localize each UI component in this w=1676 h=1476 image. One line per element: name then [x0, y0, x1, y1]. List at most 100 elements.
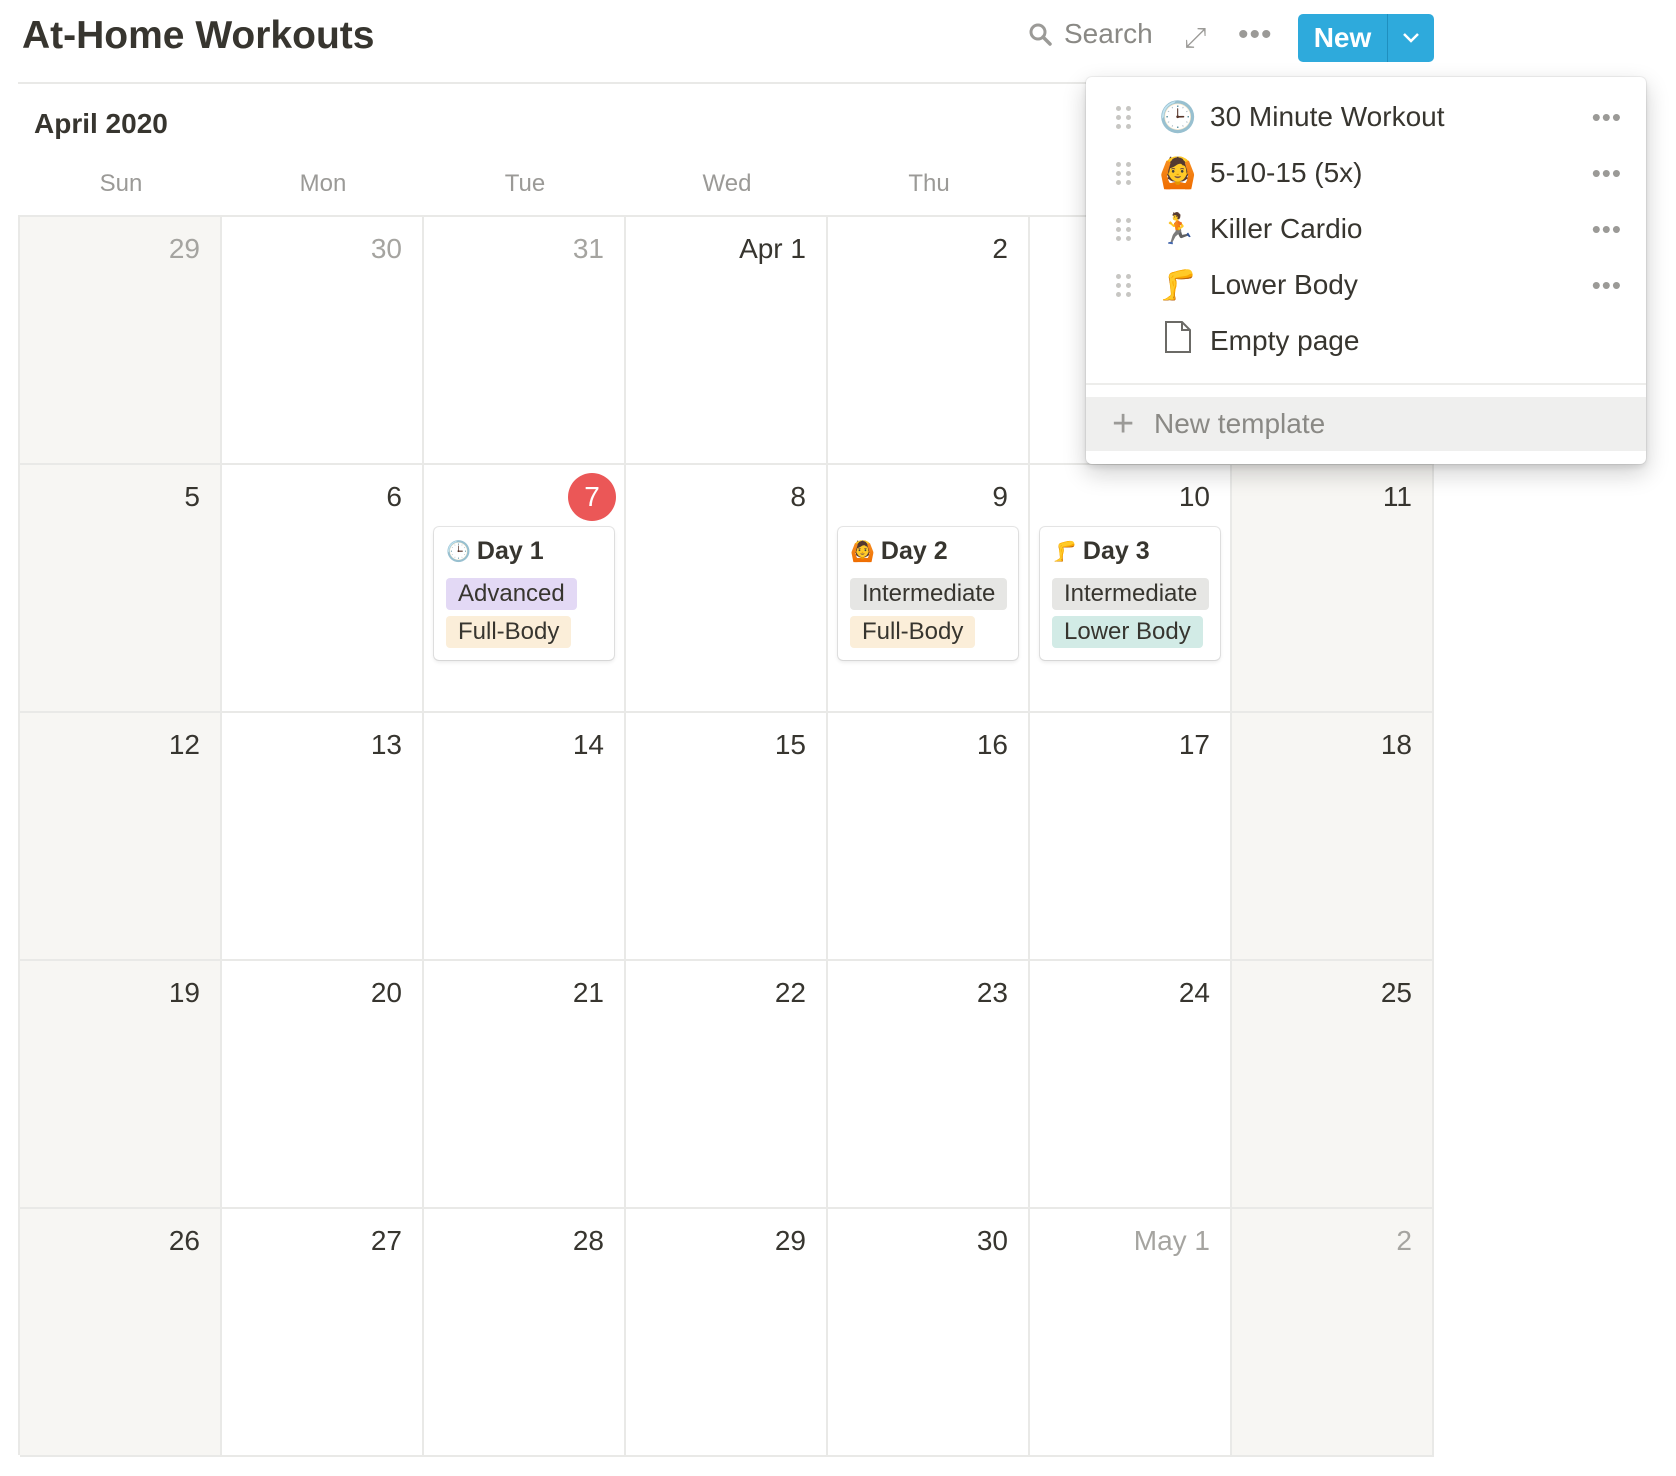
new-template-button[interactable]: + New template — [1086, 397, 1646, 451]
drag-handle-icon[interactable] — [1116, 217, 1131, 241]
date-number: 10 — [1178, 481, 1210, 512]
date-number: 31 — [572, 233, 604, 264]
calendar-day-cell[interactable]: 15 — [626, 713, 828, 961]
date-number: 30 — [370, 233, 402, 264]
calendar-day-cell[interactable]: 16 — [828, 713, 1030, 961]
more-options-icon[interactable]: ••• — [1592, 214, 1622, 245]
calendar-day-cell[interactable]: 14 — [424, 713, 626, 961]
event-title: Day 1 — [476, 537, 544, 565]
calendar-day-cell[interactable]: 26 — [20, 1209, 222, 1457]
calendar-day-cell[interactable]: 18 — [1232, 713, 1434, 961]
calendar-day-cell[interactable]: May 1 — [1030, 1209, 1232, 1457]
date-number: 18 — [1380, 729, 1412, 760]
menu-divider — [1086, 383, 1646, 385]
more-options-icon[interactable]: ••• — [1592, 102, 1622, 133]
drag-handle-icon[interactable] — [1116, 105, 1131, 129]
calendar-day-cell[interactable]: 2 — [1232, 1209, 1434, 1457]
date-number: 17 — [1178, 729, 1210, 760]
event-tag: Intermediate — [850, 578, 1008, 610]
date-number: 5 — [184, 481, 200, 512]
calendar-day-cell[interactable]: 30 — [828, 1209, 1030, 1457]
template-label: 30 Minute Workout — [1210, 101, 1445, 132]
calendar-day-cell[interactable]: 22 — [626, 961, 828, 1209]
search-icon — [1029, 23, 1052, 46]
calendar-day-cell[interactable]: 31 — [424, 217, 626, 465]
drag-handle-icon[interactable] — [1116, 273, 1131, 297]
calendar-day-cell[interactable]: 29 — [626, 1209, 828, 1457]
date-number: 27 — [370, 1225, 402, 1256]
calendar-day-cell[interactable]: 20 — [222, 961, 424, 1209]
drag-handle-icon[interactable] — [1116, 161, 1131, 185]
calendar-day-cell[interactable]: 25 — [1232, 961, 1434, 1209]
calendar-day-cell[interactable]: 23 — [828, 961, 1030, 1209]
calendar-day-cell[interactable]: 8 — [626, 465, 828, 713]
weekday-header: Tue — [504, 170, 546, 197]
event-card[interactable]: 🙆 Day 2 Intermediate Full-Body — [838, 527, 1018, 660]
page-icon — [1158, 320, 1198, 362]
calendar-day-cell[interactable]: 27 — [222, 1209, 424, 1457]
date-number: 24 — [1178, 977, 1210, 1008]
leg-icon: 🦵 — [1159, 268, 1197, 302]
template-item[interactable]: 🏃 Killer Cardio ••• — [1086, 203, 1646, 255]
more-options-icon[interactable]: ••• — [1592, 270, 1622, 301]
template-label: Empty page — [1210, 325, 1360, 356]
page-title: At-Home Workouts — [22, 14, 375, 57]
weekday-header: Sun — [99, 170, 143, 197]
more-options-icon[interactable]: ••• — [1592, 158, 1622, 189]
date-number: 25 — [1380, 977, 1412, 1008]
calendar-day-cell[interactable]: 19 — [20, 961, 222, 1209]
calendar-day-cell[interactable]: 10 🦵 Day 3 Intermediate Lower Body — [1030, 465, 1232, 713]
event-title-row: 🕒 Day 1 — [446, 537, 602, 566]
weekday-header: Mon — [299, 170, 347, 197]
date-number: 14 — [572, 729, 604, 760]
calendar-day-cell[interactable]: 17 — [1030, 713, 1232, 961]
date-number: 20 — [370, 977, 402, 1008]
template-label: Killer Cardio — [1210, 213, 1363, 244]
template-item[interactable]: Empty page — [1086, 315, 1646, 367]
person-gesturing-ok-icon: 🙆 — [850, 541, 875, 563]
new-dropdown-button[interactable] — [1388, 14, 1434, 62]
template-item[interactable]: 🕒 30 Minute Workout ••• — [1086, 91, 1646, 143]
calendar-day-cell[interactable]: 11 — [1232, 465, 1434, 713]
plus-icon: + — [1112, 402, 1135, 445]
month-label: April 2020 — [34, 108, 168, 139]
date-number: 2 — [992, 233, 1008, 264]
calendar-day-cell[interactable]: 9 🙆 Day 2 Intermediate Full-Body — [828, 465, 1030, 713]
search-label: Search — [1064, 18, 1153, 49]
expand-icon[interactable]: ⤢ — [1184, 22, 1206, 55]
calendar-day-cell[interactable]: 5 — [20, 465, 222, 713]
calendar-day-cell[interactable]: 13 — [222, 713, 424, 961]
date-number: 22 — [774, 977, 806, 1008]
date-number: 21 — [572, 977, 604, 1008]
calendar-day-cell[interactable]: 28 — [424, 1209, 626, 1457]
new-button-group: New — [1298, 14, 1434, 62]
person-gesturing-ok-icon: 🙆 — [1159, 156, 1197, 190]
calendar-day-cell[interactable]: 7 🕒 Day 1 Advanced Full-Body — [424, 465, 626, 713]
template-item[interactable]: 🦵 Lower Body ••• — [1086, 259, 1646, 311]
search-button[interactable]: Search — [1028, 18, 1153, 50]
calendar-day-cell[interactable]: 12 — [20, 713, 222, 961]
leg-icon: 🦵 — [1052, 541, 1077, 563]
new-button[interactable]: New — [1298, 14, 1388, 62]
event-card[interactable]: 🕒 Day 1 Advanced Full-Body — [434, 527, 614, 660]
today-date-badge: 7 — [568, 473, 616, 521]
template-item[interactable]: 🙆 5-10-15 (5x) ••• — [1086, 147, 1646, 199]
calendar-day-cell[interactable]: 29 — [20, 217, 222, 465]
date-number: 19 — [168, 977, 200, 1008]
event-card[interactable]: 🦵 Day 3 Intermediate Lower Body — [1040, 527, 1220, 660]
template-label: 5-10-15 (5x) — [1210, 157, 1363, 188]
calendar-day-cell[interactable]: 30 — [222, 217, 424, 465]
calendar-day-cell[interactable]: 24 — [1030, 961, 1232, 1209]
more-options-icon[interactable]: ••• — [1238, 18, 1273, 52]
date-number: 16 — [976, 729, 1008, 760]
calendar-day-cell[interactable]: 6 — [222, 465, 424, 713]
calendar-day-cell[interactable]: 21 — [424, 961, 626, 1209]
date-number: 6 — [386, 481, 402, 512]
date-number: 15 — [774, 729, 806, 760]
calendar-day-cell[interactable]: 2 — [828, 217, 1030, 465]
calendar-day-cell[interactable]: Apr 1 — [626, 217, 828, 465]
date-number: 30 — [976, 1225, 1008, 1256]
date-number: 23 — [976, 977, 1008, 1008]
event-title: Day 2 — [880, 537, 948, 565]
event-tag: Full-Body — [850, 616, 976, 648]
